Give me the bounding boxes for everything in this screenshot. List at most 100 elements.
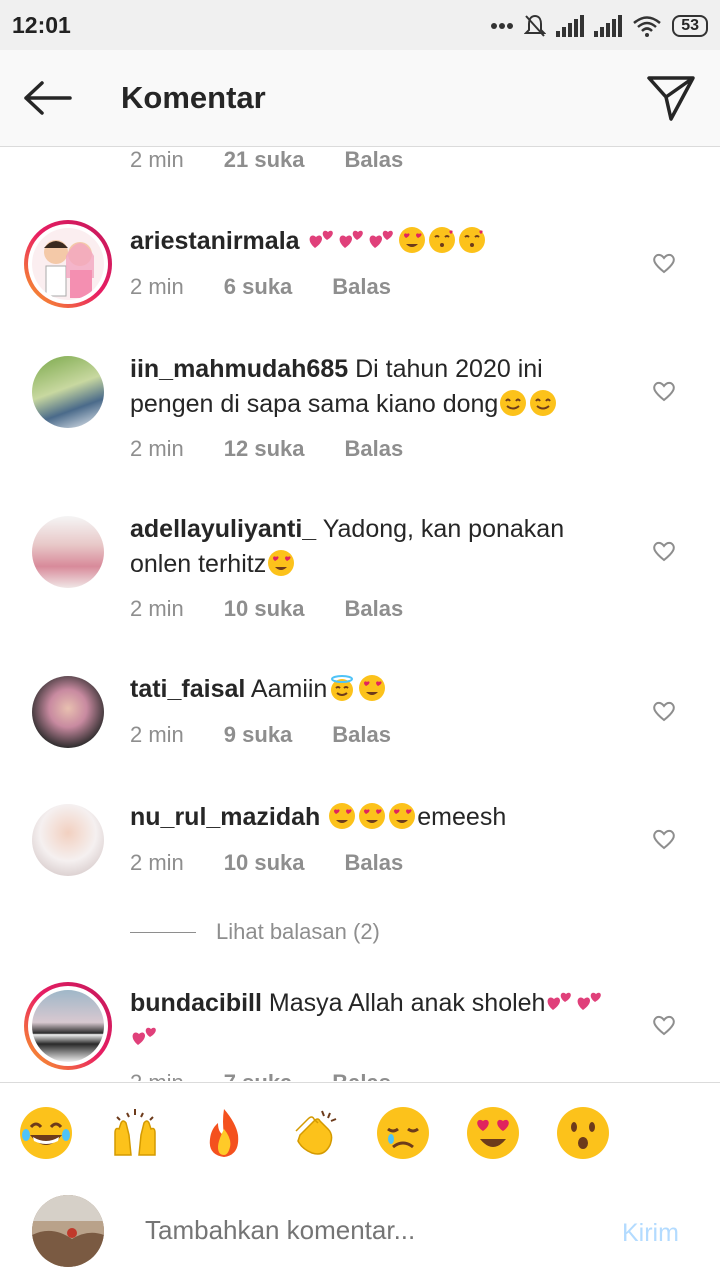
- like-heart-icon[interactable]: [652, 380, 676, 402]
- comment-username[interactable]: iin_mahmudah685: [130, 355, 348, 383]
- comment-body: Masya Allah anak sholeh: [261, 989, 546, 1017]
- comment-text: nu_rul_mazidah emeesh: [130, 800, 620, 835]
- comment-body: Aamiin: [245, 675, 328, 703]
- reply-button[interactable]: Balas: [345, 596, 404, 622]
- fire-emoji-button[interactable]: [196, 1105, 252, 1161]
- reply-button[interactable]: Balas: [332, 1070, 391, 1081]
- comment-time: 2 min: [130, 436, 184, 461]
- heart-eyes-icon: [359, 675, 386, 701]
- replies-divider: [130, 931, 196, 933]
- battery-indicator: 53: [672, 15, 708, 37]
- like-heart-icon[interactable]: [652, 828, 676, 850]
- comment-likes[interactable]: 21 suka: [224, 147, 305, 173]
- comment-username[interactable]: tati_faisal: [130, 675, 245, 703]
- kissing-face-icon: [458, 227, 485, 253]
- wifi-icon: [633, 16, 662, 37]
- status-icons: 53: [490, 12, 708, 40]
- heart-eyes-icon: [389, 803, 416, 829]
- avatar[interactable]: [24, 220, 112, 308]
- post-button[interactable]: Kirim: [622, 1219, 679, 1248]
- two-hearts-icon: [339, 230, 363, 248]
- like-heart-icon[interactable]: [652, 540, 676, 562]
- comment-likes[interactable]: 6 suka: [224, 274, 293, 300]
- comment-likes[interactable]: 10 suka: [224, 596, 305, 622]
- avatar[interactable]: [24, 982, 112, 1070]
- emoji-quick-bar: [0, 1082, 720, 1182]
- like-heart-icon[interactable]: [652, 1014, 676, 1036]
- laughing-tears-emoji-button[interactable]: [18, 1105, 74, 1161]
- comment-username[interactable]: ariestanirmala: [130, 227, 300, 255]
- more-dots-icon: [491, 23, 514, 29]
- comment-likes[interactable]: 10 suka: [224, 850, 305, 876]
- status-bar: 12:01 53: [0, 0, 720, 50]
- avatar[interactable]: [24, 348, 112, 436]
- comment-composer: Kirim: [0, 1181, 720, 1280]
- comment-meta: 2 min 7 suka Balas: [130, 1070, 431, 1081]
- top-app-bar: Komentar: [0, 50, 720, 147]
- reply-button[interactable]: Balas: [332, 274, 391, 300]
- two-hearts-icon: [309, 230, 333, 248]
- back-arrow-icon[interactable]: [22, 80, 72, 116]
- comment-time: 2 min: [130, 274, 184, 299]
- signal-icon-2: [594, 15, 623, 37]
- two-hearts-icon: [132, 1027, 156, 1045]
- comment-meta: 2 min 12 suka Balas: [130, 436, 443, 462]
- sad-face-emoji-button[interactable]: [375, 1105, 431, 1161]
- comment-likes[interactable]: 9 suka: [224, 722, 293, 748]
- comment-username[interactable]: nu_rul_mazidah: [130, 803, 320, 831]
- heart-eyes-icon: [359, 803, 386, 829]
- view-replies-link[interactable]: Lihat balasan (2): [130, 919, 380, 945]
- heart-eyes-icon: [329, 803, 356, 829]
- heart-eyes-icon: [398, 227, 425, 253]
- comment-text: iin_mahmudah685 Di tahun 2020 ini pengen…: [130, 352, 620, 422]
- two-hearts-icon: [369, 230, 393, 248]
- comments-list[interactable]: 2 min 21 suka Balas ariestanirmala 2 min…: [0, 147, 720, 1081]
- signal-icon: [556, 15, 585, 37]
- halo-face-icon: [331, 675, 354, 701]
- page-title: Komentar: [121, 80, 266, 115]
- comment-meta: 2 min 9 suka Balas: [130, 722, 431, 748]
- like-heart-icon[interactable]: [652, 252, 676, 274]
- comment-meta-partial: 2 min 21 suka Balas: [130, 147, 443, 173]
- comment-time: 2 min: [130, 722, 184, 747]
- avatar[interactable]: [24, 508, 112, 596]
- avatar[interactable]: [24, 668, 112, 756]
- comment-time: 2 min: [130, 147, 184, 172]
- reply-button[interactable]: Balas: [345, 850, 404, 876]
- comment-text: ariestanirmala: [130, 224, 620, 259]
- comment-meta: 2 min 10 suka Balas: [130, 850, 443, 876]
- comment-meta: 2 min 6 suka Balas: [130, 274, 431, 300]
- current-user-avatar: [32, 1195, 104, 1267]
- comment-text: tati_faisal Aamiin: [130, 672, 620, 707]
- raised-hands-emoji-button[interactable]: [107, 1105, 163, 1161]
- comment-time: 2 min: [130, 596, 184, 621]
- heart-eyes-emoji-button[interactable]: [465, 1105, 521, 1161]
- comment-likes[interactable]: 12 suka: [224, 436, 305, 462]
- kissing-face-icon: [428, 227, 455, 253]
- smiling-face-icon: [530, 390, 557, 416]
- two-hearts-icon: [578, 992, 602, 1010]
- comment-likes[interactable]: 7 suka: [224, 1070, 293, 1081]
- comment-body: emeesh: [417, 803, 507, 831]
- reply-button[interactable]: Balas: [332, 722, 391, 748]
- cartoon-couple-icon: [44, 240, 94, 298]
- smiling-face-icon: [500, 390, 527, 416]
- avatar[interactable]: [24, 796, 112, 884]
- surprised-face-emoji-button[interactable]: [555, 1105, 611, 1161]
- clapping-hands-emoji-button[interactable]: [286, 1105, 342, 1161]
- reply-button[interactable]: Balas: [345, 436, 404, 462]
- comment-body: [300, 227, 307, 255]
- comment-username[interactable]: adellayuliyanti_: [130, 515, 316, 543]
- comment-time: 2 min: [130, 850, 184, 875]
- direct-share-icon[interactable]: [646, 75, 696, 121]
- heart-eyes-icon: [268, 550, 295, 576]
- view-replies-label: Lihat balasan (2): [216, 919, 380, 944]
- muted-bell-icon: [524, 14, 547, 37]
- comment-text: bundacibill Masya Allah anak sholeh: [130, 986, 620, 1056]
- reply-button[interactable]: Balas: [345, 147, 404, 173]
- comment-username[interactable]: bundacibill: [130, 989, 262, 1017]
- status-time: 12:01: [12, 12, 71, 38]
- comment-input[interactable]: [145, 1215, 595, 1246]
- comment-time: 2 min: [130, 1070, 184, 1081]
- like-heart-icon[interactable]: [652, 700, 676, 722]
